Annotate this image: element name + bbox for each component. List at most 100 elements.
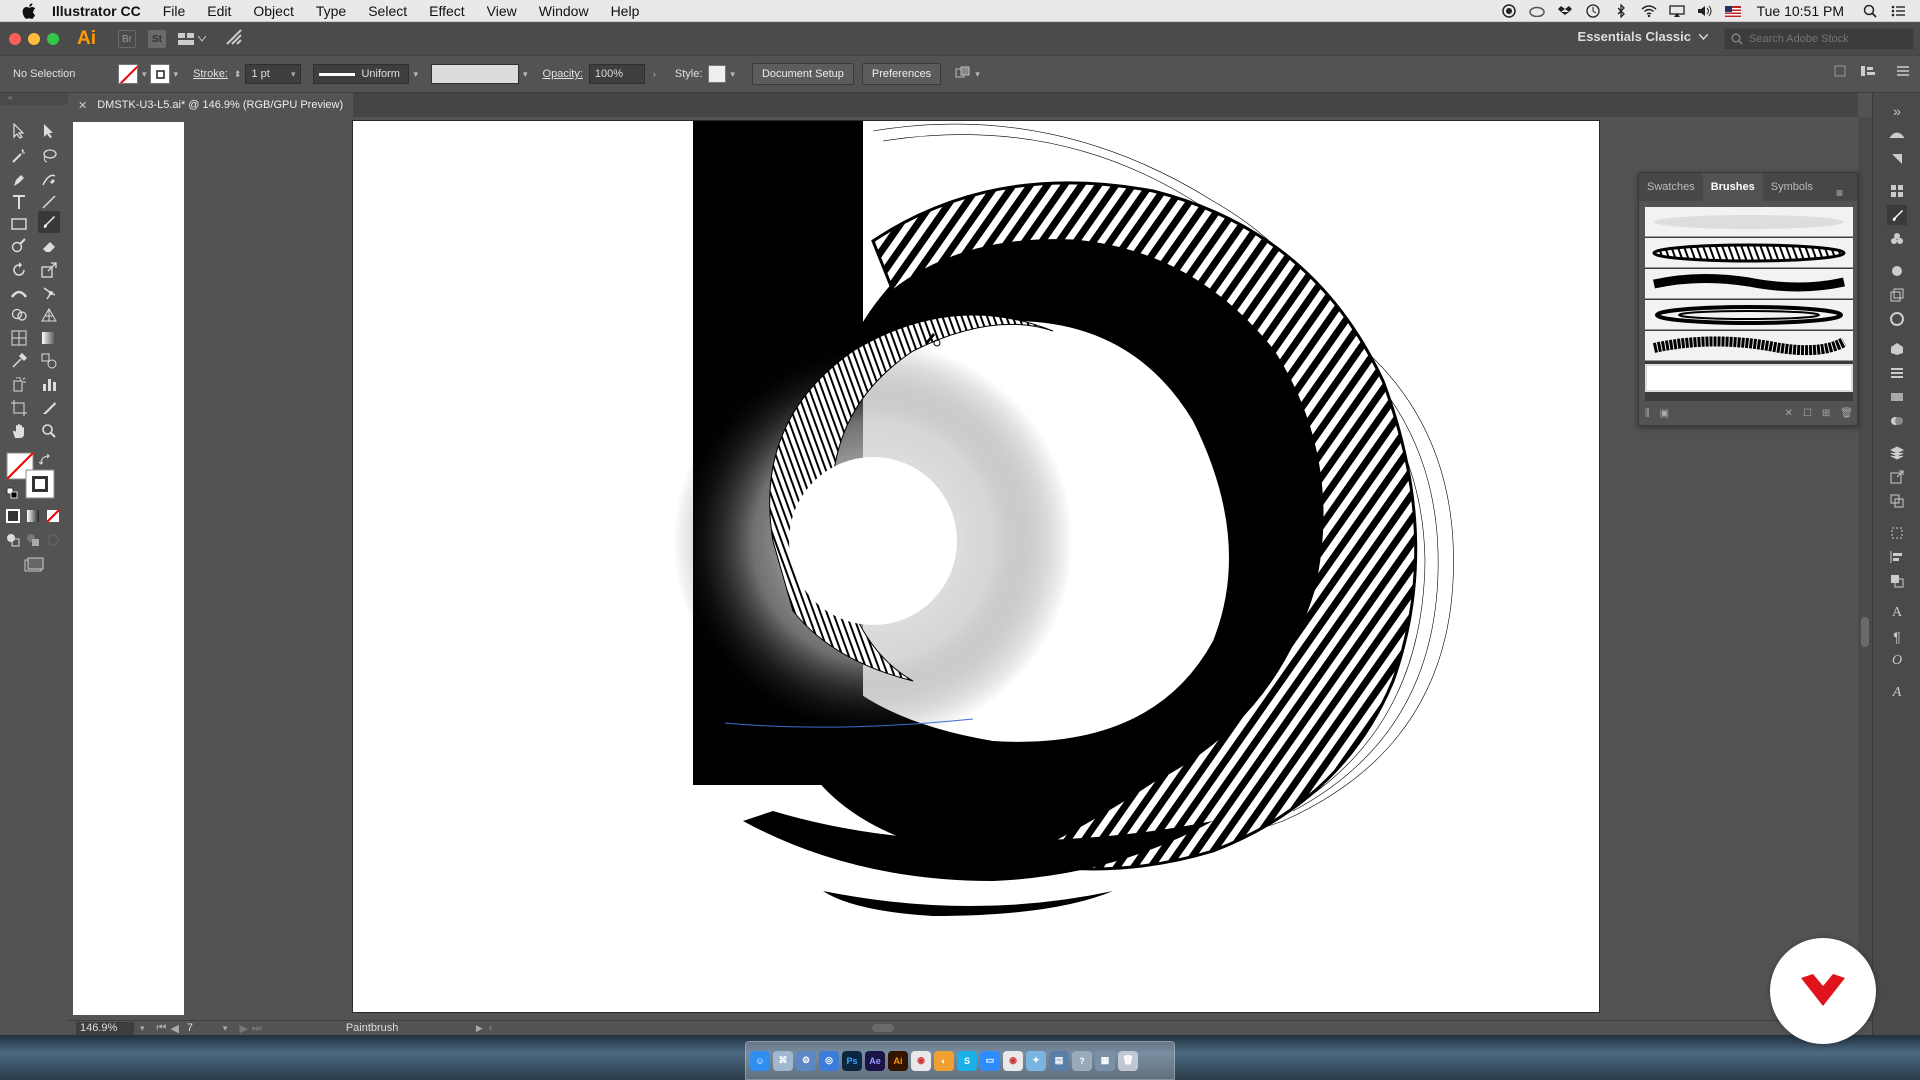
- dropbox-icon[interactable]: [1557, 4, 1573, 18]
- preferences-button[interactable]: Preferences: [861, 63, 942, 85]
- chrome-icon[interactable]: ◉: [911, 1050, 931, 1071]
- none-mode-icon[interactable]: [43, 507, 63, 525]
- slice-tool-icon[interactable]: [38, 397, 60, 419]
- brush-item[interactable]: [1645, 238, 1853, 268]
- curvature-tool-icon[interactable]: [38, 169, 60, 191]
- brush-libraries-icon[interactable]: ⫼: [1645, 408, 1650, 419]
- vertical-scrollbar[interactable]: [1858, 117, 1872, 1020]
- first-artboard-icon[interactable]: ⏮: [157, 1022, 167, 1035]
- isolation-icon[interactable]: [1834, 65, 1846, 77]
- close-window-button[interactable]: [9, 33, 21, 45]
- opentype-icon[interactable]: O: [1887, 651, 1907, 671]
- trash-icon[interactable]: 🗑: [1118, 1050, 1138, 1071]
- libraries-panel-icon[interactable]: ▣: [1660, 408, 1669, 419]
- bottom-brush-stroke[interactable]: [823, 891, 1113, 916]
- paragraph-icon[interactable]: ¶: [1887, 627, 1907, 647]
- swatches-icon[interactable]: [1887, 181, 1907, 201]
- menu-type[interactable]: Type: [305, 0, 357, 22]
- direct-selection-tool-icon[interactable]: [38, 120, 60, 142]
- brush-item-selected[interactable]: [1645, 364, 1853, 392]
- line-segment-tool-icon[interactable]: [38, 191, 60, 213]
- paintbrush-tool-icon[interactable]: [38, 211, 60, 233]
- transparency-icon[interactable]: [1887, 411, 1907, 431]
- center-white-circle[interactable]: [789, 457, 957, 625]
- zoom-dropdown-icon[interactable]: ▾: [140, 1023, 145, 1034]
- time-machine-icon[interactable]: [1585, 4, 1601, 18]
- color-icon[interactable]: [1887, 339, 1907, 359]
- after-effects-icon[interactable]: Ae: [865, 1050, 885, 1071]
- artboards-panel-icon[interactable]: [1887, 491, 1907, 511]
- gradient-tool-icon[interactable]: [38, 327, 60, 349]
- secondary-artboard[interactable]: [73, 122, 184, 1015]
- menu-app-name[interactable]: Illustrator CC: [40, 0, 152, 22]
- pen-tool-icon[interactable]: [8, 169, 30, 191]
- firefox-icon[interactable]: ◐: [934, 1050, 954, 1071]
- libraries-icon[interactable]: [1887, 123, 1907, 143]
- stroke-panel-icon[interactable]: [1887, 363, 1907, 383]
- magic-wand-tool-icon[interactable]: [8, 145, 30, 167]
- airplay-icon[interactable]: [1668, 4, 1685, 18]
- notification-center-icon[interactable]: [1890, 4, 1906, 18]
- photoshop-icon[interactable]: Ps: [842, 1050, 862, 1071]
- downloads-folder-icon[interactable]: ▦: [1095, 1050, 1115, 1071]
- brushes-icon[interactable]: [1887, 205, 1907, 225]
- minimize-window-button[interactable]: [28, 33, 40, 45]
- symbol-sprayer-tool-icon[interactable]: [8, 373, 30, 395]
- bluetooth-icon[interactable]: [1613, 4, 1629, 18]
- eraser-tool-icon[interactable]: [38, 235, 60, 257]
- layers-icon[interactable]: [1887, 443, 1907, 463]
- stroke-swatch[interactable]: [149, 64, 170, 84]
- document-tab[interactable]: ✕ DMSTK-U3-L5.ai* @ 146.9% (RGB/GPU Prev…: [68, 93, 353, 117]
- new-brush-icon[interactable]: ⊞: [1822, 408, 1830, 419]
- us-flag-icon[interactable]: [1724, 4, 1741, 18]
- eyedropper-tool-icon[interactable]: [8, 350, 30, 372]
- volume-icon[interactable]: [1697, 4, 1713, 18]
- zoom-tool-icon[interactable]: [38, 420, 60, 442]
- stroke-stepper-icon[interactable]: ⬍: [234, 69, 242, 80]
- zoom-window-button[interactable]: [47, 33, 59, 45]
- appearance-icon[interactable]: [1887, 261, 1907, 281]
- opacity-slider-icon[interactable]: ›: [653, 69, 656, 79]
- menu-file[interactable]: File: [152, 0, 197, 22]
- safari-icon[interactable]: ◎: [819, 1050, 839, 1071]
- stroke-weight-field[interactable]: 1 pt ▾: [245, 64, 302, 84]
- workspace-switcher[interactable]: Essentials Classic: [1578, 29, 1708, 44]
- menu-object[interactable]: Object: [242, 0, 304, 22]
- stock-button[interactable]: St: [148, 30, 166, 48]
- scrollbar-thumb[interactable]: [1861, 617, 1869, 647]
- system-preferences-icon[interactable]: ⚙: [796, 1050, 816, 1071]
- panel-menu-icon[interactable]: [1896, 65, 1910, 77]
- mesh-tool-icon[interactable]: [8, 327, 30, 349]
- creative-cloud-icon[interactable]: [1528, 4, 1545, 18]
- artboard-dropdown-icon[interactable]: ▾: [223, 1023, 228, 1034]
- opacity-label[interactable]: Opacity:: [543, 68, 583, 80]
- arrange-documents-button[interactable]: [178, 33, 206, 45]
- profile-dropdown-icon[interactable]: ▾: [413, 69, 418, 80]
- artboard-tool-icon[interactable]: [8, 397, 30, 419]
- chrome-canary-icon[interactable]: ◉: [1003, 1050, 1023, 1071]
- dock-collapse-icon[interactable]: »: [1887, 101, 1907, 121]
- close-tab-icon[interactable]: ✕: [78, 99, 87, 112]
- stroke-dropdown-icon[interactable]: ▾: [174, 69, 179, 80]
- shape-builder-tool-icon[interactable]: [8, 304, 30, 326]
- network-icon[interactable]: ✦: [1026, 1050, 1046, 1071]
- document-setup-button[interactable]: Document Setup: [751, 63, 854, 85]
- brush-item[interactable]: [1645, 269, 1853, 299]
- arrange-dropdown-icon[interactable]: ▾: [975, 69, 980, 80]
- align-panel-icon[interactable]: [1860, 65, 1882, 77]
- stroke-color-icon[interactable]: [24, 468, 56, 500]
- last-artboard-icon[interactable]: ⏭: [252, 1022, 262, 1035]
- fill-dropdown-icon[interactable]: ▾: [142, 69, 147, 80]
- documents-folder-icon[interactable]: ▤: [1049, 1050, 1069, 1071]
- menu-effect[interactable]: Effect: [418, 0, 476, 22]
- menu-clock[interactable]: Tue 10:51 PM: [1757, 3, 1844, 19]
- tab-symbols[interactable]: Symbols: [1763, 173, 1821, 201]
- record-icon[interactable]: [1501, 4, 1517, 18]
- pathfinder-icon[interactable]: [1887, 571, 1907, 591]
- menu-edit[interactable]: Edit: [196, 0, 242, 22]
- gradient-mode-icon[interactable]: [23, 507, 43, 525]
- rotate-tool-icon[interactable]: [8, 259, 30, 281]
- launchpad-icon[interactable]: ⌘: [773, 1050, 793, 1071]
- default-fill-stroke-icon[interactable]: [5, 486, 19, 500]
- symbols-icon[interactable]: [1887, 229, 1907, 249]
